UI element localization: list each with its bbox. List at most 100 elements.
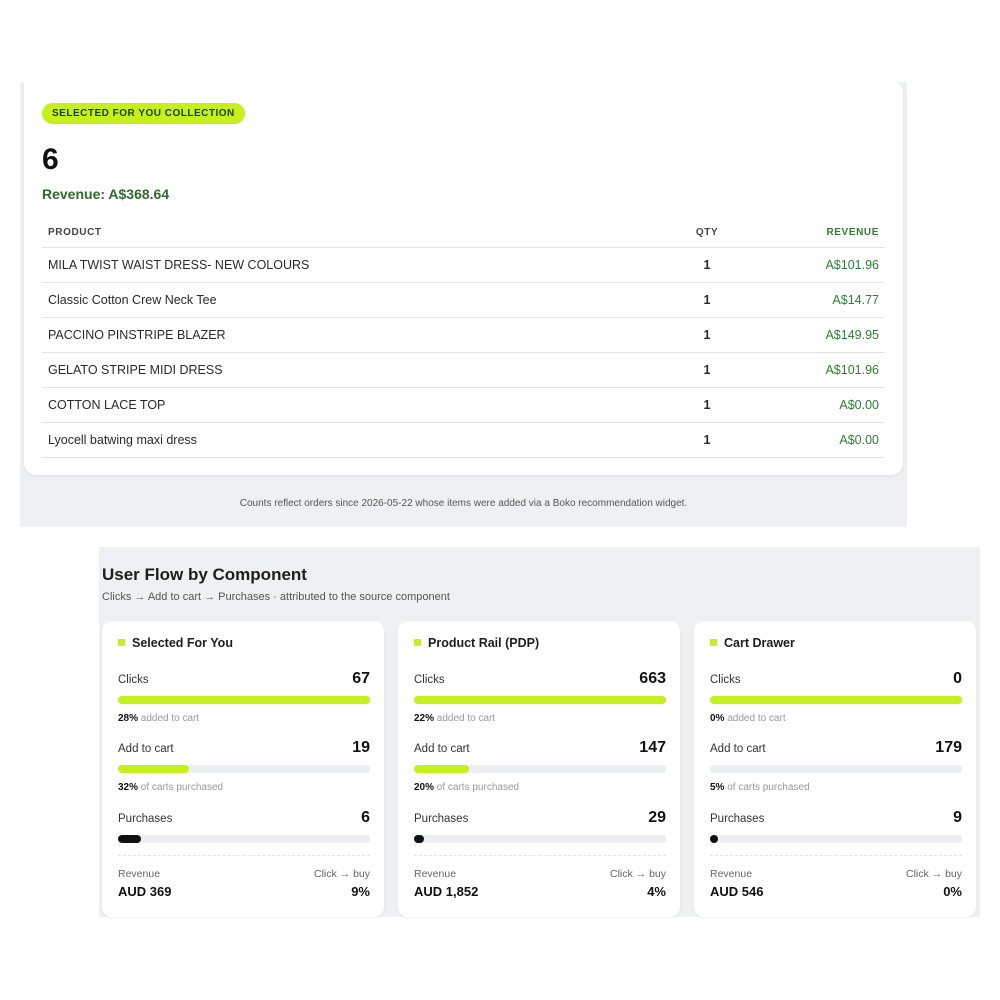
conversion-note: 0% added to cart — [710, 713, 786, 724]
collection-panel: SELECTED FOR YOU COLLECTION 6 Revenue: A… — [20, 82, 907, 527]
conversion-label: added to cart — [436, 713, 496, 724]
product-qty: 1 — [671, 247, 743, 283]
metric-label: Purchases — [710, 813, 765, 825]
revenue-value: AUD 546 — [710, 884, 764, 899]
conversion-note: 22% added to cart — [414, 713, 495, 724]
cart-progress-fill — [118, 765, 189, 773]
table-row: MILA TWIST WAIST DRESS- NEW COLOURS 1 A$… — [42, 247, 885, 283]
conversion-percent: 28% — [118, 713, 139, 724]
revenue-label: Revenue — [414, 868, 457, 880]
product-name: Classic Cotton Crew Neck Tee — [42, 282, 671, 318]
clicks-progress-fill — [710, 696, 962, 704]
purchase-progress-fill — [710, 835, 718, 843]
conversion-percent: 0% — [710, 713, 725, 724]
click-to-buy-label: Click → buy — [313, 868, 370, 880]
section-subtitle: Clicks → Add to cart → Purchases · attri… — [102, 591, 450, 603]
progress-track — [118, 835, 370, 843]
revenue-label: Revenue — [118, 868, 161, 880]
table-row: Classic Cotton Crew Neck Tee 1 A$14.77 — [42, 282, 885, 318]
divider — [414, 855, 666, 856]
progress-track — [414, 765, 666, 773]
status-dot-icon — [118, 639, 125, 647]
table-row: PACCINO PINSTRIPE BLAZER 1 A$149.95 — [42, 317, 885, 353]
purchase-progress-fill — [414, 835, 424, 843]
clicks-progress-fill — [414, 696, 666, 704]
product-name: Lyocell batwing maxi dress — [42, 422, 671, 458]
metric-value: 67 — [352, 670, 370, 687]
metric-value: 9 — [953, 809, 962, 826]
metric-label: Clicks — [414, 674, 445, 686]
metric-label: Add to cart — [118, 743, 174, 755]
component-header: Cart Drawer — [710, 636, 795, 650]
click-to-buy-value: 0% — [943, 884, 962, 899]
conversion-note: 28% added to cart — [118, 713, 199, 724]
progress-track — [414, 696, 666, 704]
product-qty: 1 — [671, 282, 743, 318]
column-header-product: PRODUCT — [42, 218, 671, 248]
metric-label: Purchases — [414, 813, 469, 825]
click-to-buy-label: Click → buy — [905, 868, 962, 880]
product-revenue: A$0.00 — [743, 387, 885, 423]
clicks-progress-fill — [118, 696, 370, 704]
click-to-buy-value: 4% — [647, 884, 666, 899]
progress-track — [414, 835, 666, 843]
conversion-label: of carts purchased — [727, 782, 810, 793]
divider — [118, 855, 370, 856]
conversion-percent: 20% — [414, 782, 435, 793]
component-header: Selected For You — [118, 636, 233, 650]
orders-table: PRODUCT QTY REVENUE MILA TWIST WAIST DRE… — [42, 218, 885, 458]
component-name: Selected For You — [132, 636, 233, 650]
revenue-value: AUD 369 — [118, 884, 172, 899]
metric-value: 147 — [639, 739, 666, 756]
component-name: Cart Drawer — [724, 636, 795, 650]
section-title: User Flow by Component — [102, 565, 307, 584]
progress-track — [118, 696, 370, 704]
metric-value: 19 — [352, 739, 370, 756]
column-header-revenue: REVENUE — [743, 218, 885, 248]
product-name: PACCINO PINSTRIPE BLAZER — [42, 317, 671, 353]
product-qty: 1 — [671, 422, 743, 458]
cart-progress-fill — [414, 765, 469, 773]
conversion-label: of carts purchased — [140, 782, 224, 793]
metric-value: 6 — [361, 809, 370, 826]
product-revenue: A$14.77 — [743, 282, 885, 318]
footnote: Counts reflect orders since 2026-05-22 w… — [239, 498, 688, 509]
user-flow-panel: User Flow by Component Clicks → Add to c… — [99, 547, 980, 917]
status-dot-icon — [710, 639, 717, 647]
progress-track — [710, 696, 962, 704]
collection-card: SELECTED FOR YOU COLLECTION 6 Revenue: A… — [24, 82, 903, 475]
table-row: COTTON LACE TOP 1 A$0.00 — [42, 387, 885, 423]
component-header: Product Rail (PDP) — [414, 636, 539, 650]
table-row: GELATO STRIPE MIDI DRESS 1 A$101.96 — [42, 352, 885, 388]
component-card: Cart Drawer Clicks 0 0% added to cart Ad… — [694, 621, 976, 917]
product-name: MILA TWIST WAIST DRESS- NEW COLOURS — [42, 247, 671, 283]
product-qty: 1 — [671, 317, 743, 353]
divider — [710, 855, 962, 856]
purchase-progress-fill — [118, 835, 141, 843]
metric-label: Add to cart — [710, 743, 766, 755]
collection-revenue: Revenue: A$368.64 — [42, 186, 170, 202]
table-row: Lyocell batwing maxi dress 1 A$0.00 — [42, 422, 885, 458]
metric-value: 179 — [935, 739, 962, 756]
conversion-percent: 5% — [710, 782, 725, 793]
metric-label: Clicks — [118, 674, 149, 686]
product-qty: 1 — [671, 352, 743, 388]
product-name: COTTON LACE TOP — [42, 387, 671, 423]
product-qty: 1 — [671, 387, 743, 423]
table-header-row: PRODUCT QTY REVENUE — [42, 218, 885, 248]
conversion-label: of carts purchased — [436, 782, 520, 793]
conversion-label: added to cart — [140, 713, 200, 724]
conversion-percent: 22% — [414, 713, 435, 724]
component-card: Product Rail (PDP) Clicks 663 22% added … — [398, 621, 680, 917]
product-revenue: A$149.95 — [743, 317, 885, 353]
metric-value: 663 — [639, 670, 666, 687]
progress-track — [710, 835, 962, 843]
metric-label: Purchases — [118, 813, 173, 825]
revenue-label: Revenue — [710, 868, 753, 880]
progress-track — [118, 765, 370, 773]
product-revenue: A$101.96 — [743, 247, 885, 283]
column-header-qty: QTY — [671, 218, 743, 248]
conversion-note: 32% of carts purchased — [118, 782, 223, 793]
progress-track — [710, 765, 962, 773]
product-name: GELATO STRIPE MIDI DRESS — [42, 352, 671, 388]
